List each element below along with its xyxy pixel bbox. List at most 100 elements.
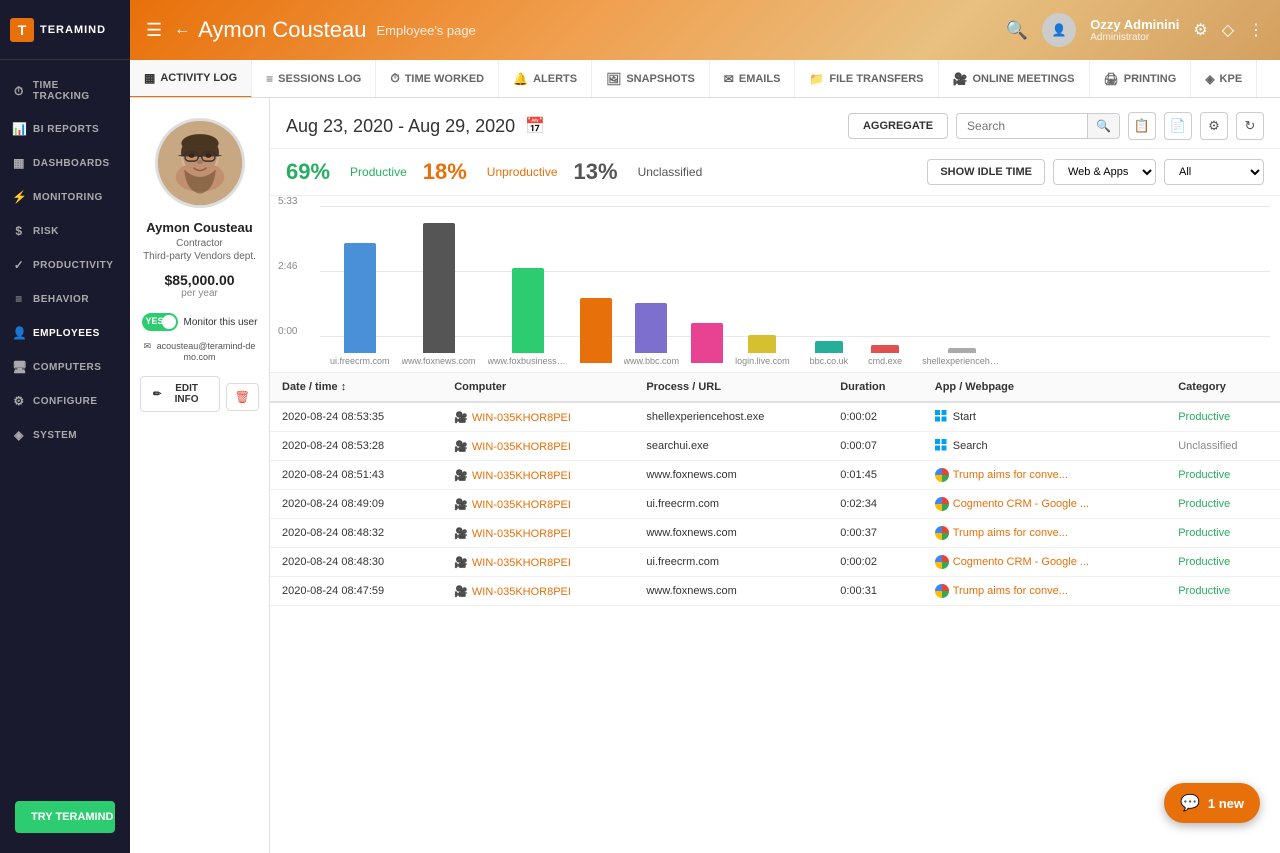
- profile-salary: $85,000.00: [164, 272, 234, 288]
- monitor-toggle[interactable]: YES: [142, 313, 178, 331]
- sidebar-item-time-tracking[interactable]: ⏱ TIME TRACKING: [0, 70, 130, 112]
- tab-time-worked[interactable]: ⏱ TIME WORKED: [376, 60, 499, 98]
- tab-emails[interactable]: ✉ EMAILS: [710, 60, 796, 98]
- computer-link[interactable]: WIN-035KHOR8PEI: [472, 499, 571, 511]
- sidebar-item-configure[interactable]: ⚙ CONFIGURE: [0, 384, 130, 418]
- cell-duration: 0:02:34: [828, 490, 923, 519]
- diamond-icon[interactable]: ◇: [1222, 20, 1234, 40]
- sidebar-item-dashboards[interactable]: ▦ DASHBOARDS: [0, 146, 130, 180]
- computer-link[interactable]: WIN-035KHOR8PEI: [472, 441, 571, 453]
- sidebar-item-monitoring[interactable]: ⚡ MONITORING: [0, 180, 130, 214]
- tab-activity-log[interactable]: ▦ ACTIVITY LOG: [130, 60, 252, 98]
- show-idle-time-button[interactable]: SHOW IDLE TIME: [927, 159, 1045, 185]
- profile-salary-label: per year: [181, 288, 218, 299]
- computer-link[interactable]: WIN-035KHOR8PEI: [472, 528, 571, 540]
- monitor-toggle-row: YES Monitor this user: [140, 313, 259, 331]
- unproductive-percentage: 18%: [423, 159, 467, 185]
- cell-category: Productive: [1166, 461, 1280, 490]
- tab-kpe[interactable]: ◈ KPE: [1191, 60, 1257, 98]
- app-name[interactable]: Trump aims for conve...: [953, 469, 1068, 481]
- avatar-image: [158, 121, 242, 205]
- computer-link[interactable]: WIN-035KHOR8PEI: [472, 586, 571, 598]
- menu-icon[interactable]: ☰: [146, 20, 162, 41]
- profile-name: Aymon Cousteau: [146, 220, 252, 235]
- tab-alerts[interactable]: 🔔 ALERTS: [499, 60, 592, 98]
- configure-icon: ⚙: [12, 394, 26, 408]
- chat-label: 1 new: [1208, 796, 1244, 811]
- computer-link[interactable]: WIN-035KHOR8PEI: [472, 470, 571, 482]
- chart-y-label-top: 5:33: [278, 196, 297, 207]
- refresh-button[interactable]: ↻: [1236, 112, 1264, 140]
- try-teramind-button[interactable]: TRY TERAMIND: [15, 801, 115, 833]
- calendar-icon[interactable]: 📅: [525, 116, 545, 136]
- tab-snapshots[interactable]: 🖼 SNAPSHOTS: [592, 60, 710, 98]
- sidebar-item-label: EMPLOYEES: [33, 328, 100, 339]
- sessions-log-tab-icon: ≡: [266, 72, 273, 86]
- search-submit-button[interactable]: 🔍: [1087, 114, 1119, 138]
- unclassified-label: Unclassified: [638, 165, 703, 179]
- cell-computer: 🎥WIN-035KHOR8PEI: [442, 461, 634, 490]
- chart-x-label-7: bbc.co.uk: [810, 356, 849, 366]
- chart-bar-3: [580, 298, 612, 363]
- sidebar-item-employees[interactable]: 👤 EMPLOYEES: [0, 316, 130, 350]
- cell-datetime: 2020-08-24 08:48:30: [270, 548, 442, 577]
- app-name[interactable]: Cogmento CRM - Google ...: [953, 498, 1089, 510]
- chrome-icon: [935, 555, 949, 569]
- chart-bar-group-4: www.bbc.com: [624, 303, 680, 366]
- sidebar-item-label: TIME TRACKING: [33, 80, 118, 102]
- back-icon[interactable]: ←: [174, 21, 190, 39]
- app-name[interactable]: Trump aims for conve...: [953, 585, 1068, 597]
- delete-button[interactable]: 🗑: [226, 383, 259, 411]
- sidebar-item-behavior[interactable]: ≡ BEHAVIOR: [0, 282, 130, 316]
- sidebar-item-label: PRODUCTIVITY: [33, 260, 113, 271]
- sidebar-item-system[interactable]: ◈ SYSTEM: [0, 418, 130, 452]
- more-options-icon[interactable]: ⋮: [1248, 20, 1264, 40]
- cell-category: Unclassified: [1166, 432, 1280, 461]
- app-name[interactable]: Trump aims for conve...: [953, 527, 1068, 539]
- col-header-datetime-label: Date / time: [282, 381, 338, 393]
- stats-bar: 69% Productive 18% Unproductive 13% Uncl…: [270, 149, 1280, 196]
- edit-info-button[interactable]: ✏ EDIT INFO: [140, 376, 220, 412]
- sidebar-item-productivity[interactable]: ✓ PRODUCTIVITY: [0, 248, 130, 282]
- chart-bar-1: [423, 223, 455, 353]
- toggle-yes-label: YES: [146, 316, 164, 326]
- tab-file-transfers[interactable]: 📁 FILE TRANSFERS: [795, 60, 938, 98]
- aggregate-button[interactable]: AGGREGATE: [848, 113, 948, 139]
- pencil-icon: ✏: [153, 389, 161, 400]
- chrome-icon: [935, 584, 949, 598]
- search-input[interactable]: [957, 114, 1087, 138]
- settings-icon[interactable]: ⚙: [1193, 20, 1207, 40]
- web-apps-filter[interactable]: Web & Apps: [1053, 159, 1156, 185]
- computer-link[interactable]: WIN-035KHOR8PEI: [472, 557, 571, 569]
- printing-tab-icon: 🖨: [1104, 72, 1119, 86]
- topbar-search-icon[interactable]: 🔍: [1006, 20, 1028, 41]
- all-filter[interactable]: All: [1164, 159, 1264, 185]
- category-badge: Productive: [1178, 585, 1230, 597]
- chart-x-label-4: www.bbc.com: [624, 356, 680, 366]
- tab-online-meetings[interactable]: 🎥 ONLINE MEETINGS: [939, 60, 1090, 98]
- export-csv-button[interactable]: 📋: [1128, 112, 1156, 140]
- sort-icon[interactable]: ↕: [341, 381, 347, 393]
- chrome-icon: [935, 526, 949, 540]
- monitoring-icon: ⚡: [12, 190, 26, 204]
- main-content: Aymon Cousteau Contractor Third-party Ve…: [130, 98, 1280, 853]
- app-name[interactable]: Cogmento CRM - Google ...: [953, 556, 1089, 568]
- sidebar-item-computers[interactable]: 🖥 COMPUTERS: [0, 350, 130, 384]
- computer-link[interactable]: WIN-035KHOR8PEI: [472, 412, 571, 424]
- bi-reports-icon: 📊: [12, 122, 26, 136]
- tab-printing[interactable]: 🖨 PRINTING: [1090, 60, 1192, 98]
- chart-bars: ui.freecrm.com www.foxnews.com www.foxbu…: [330, 206, 1264, 366]
- avatar: 👤: [1042, 13, 1076, 47]
- sidebar-item-risk[interactable]: $ RISK: [0, 214, 130, 248]
- tab-sessions-log[interactable]: ≡ SESSIONS LOG: [252, 60, 376, 98]
- export-pdf-button[interactable]: 📄: [1164, 112, 1192, 140]
- settings-filter-button[interactable]: ⚙: [1200, 112, 1228, 140]
- cell-computer: 🎥WIN-035KHOR8PEI: [442, 490, 634, 519]
- table-header-row: Date / time ↕ Computer Process / URL Dur…: [270, 373, 1280, 402]
- table-row: 2020-08-24 08:53:28🎥WIN-035KHOR8PEIsearc…: [270, 432, 1280, 461]
- video-icon: 🎥: [454, 586, 468, 598]
- video-icon: 🎥: [454, 557, 468, 569]
- sidebar-item-bi-reports[interactable]: 📊 BI REPORTS: [0, 112, 130, 146]
- chat-bubble[interactable]: 💬 1 new: [1164, 783, 1260, 823]
- app-name: Search: [953, 440, 988, 452]
